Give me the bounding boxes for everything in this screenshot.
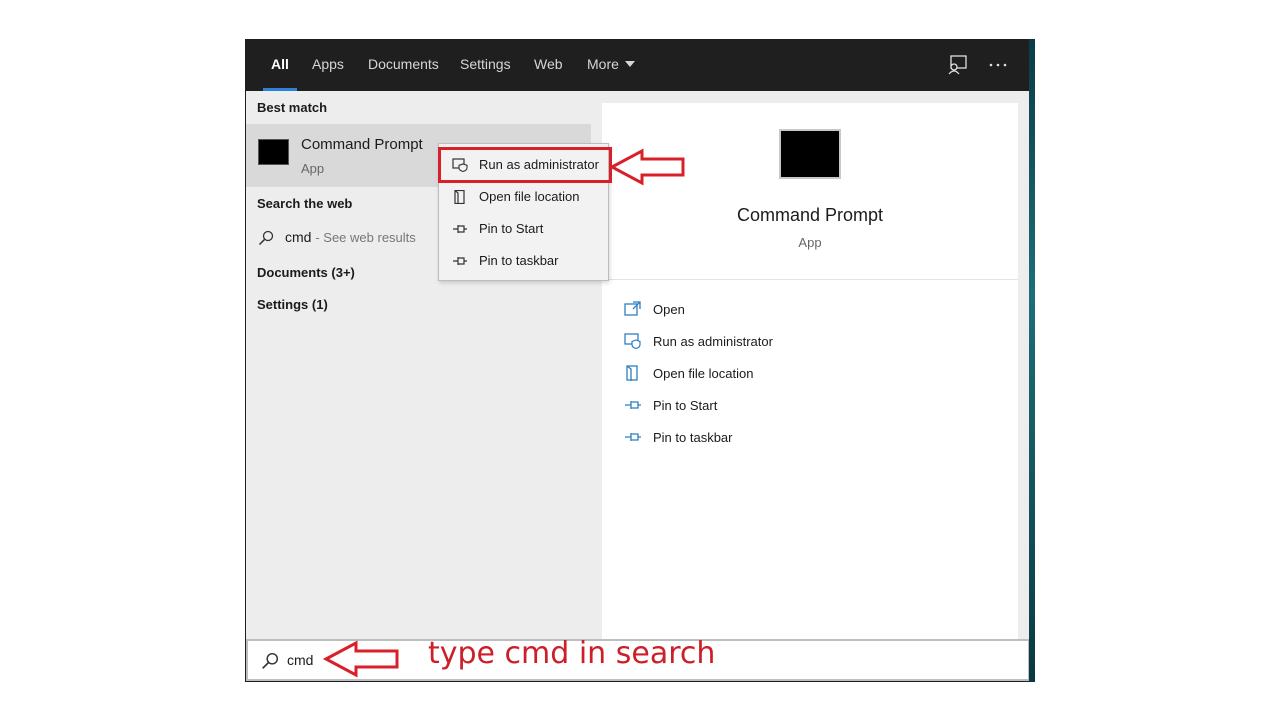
- feedback-icon[interactable]: [946, 54, 968, 76]
- ctx-pin-to-start[interactable]: Pin to Start: [439, 213, 608, 245]
- web-results-hint: - See web results: [315, 230, 416, 245]
- ctx-open-file-location-label: Open file location: [479, 189, 580, 204]
- action-pin-to-taskbar-label: Pin to taskbar: [653, 430, 733, 445]
- web-query: cmd: [285, 229, 312, 245]
- annotation-arrow-icon: [322, 640, 399, 678]
- tab-documents[interactable]: Documents: [368, 40, 439, 91]
- highlight-box: [438, 147, 612, 183]
- ctx-open-file-location[interactable]: Open file location: [439, 181, 608, 213]
- search-icon: [262, 652, 279, 669]
- more-options-icon[interactable]: [987, 54, 1009, 76]
- search-icon: [258, 230, 274, 246]
- ctx-pin-to-taskbar[interactable]: Pin to taskbar: [439, 245, 608, 277]
- documents-category[interactable]: Documents (3+): [257, 265, 355, 280]
- preview-title: Command Prompt: [736, 205, 884, 225]
- command-prompt-large-icon: [779, 129, 841, 179]
- pin-icon: [453, 257, 467, 265]
- pin-icon: [453, 225, 467, 233]
- desktop-edge: [1029, 39, 1035, 682]
- annotation-arrow-icon: [608, 148, 685, 186]
- ctx-pin-to-taskbar-label: Pin to taskbar: [479, 253, 559, 268]
- divider: [602, 279, 1018, 280]
- shield-window-icon: [624, 333, 641, 349]
- search-input[interactable]: cmd: [287, 652, 313, 668]
- best-match-title: Command Prompt: [301, 136, 423, 153]
- tab-all[interactable]: All: [263, 40, 297, 91]
- settings-category[interactable]: Settings (1): [257, 297, 328, 312]
- tab-apps[interactable]: Apps: [312, 40, 344, 91]
- command-prompt-icon: [258, 139, 289, 165]
- tab-settings[interactable]: Settings: [460, 40, 511, 91]
- best-match-heading: Best match: [257, 100, 328, 115]
- open-icon: [624, 301, 641, 316]
- folder-icon: [626, 365, 638, 381]
- best-match-subtitle: App: [301, 161, 325, 176]
- filter-tab-bar: All Apps Documents Settings Web More: [246, 40, 1030, 91]
- annotation-text: type cmd in search: [428, 636, 716, 671]
- ctx-pin-to-start-label: Pin to Start: [479, 221, 544, 236]
- action-open-label: Open: [653, 302, 685, 317]
- chevron-down-icon: [624, 61, 635, 67]
- action-run-as-admin-label: Run as administrator: [653, 334, 773, 349]
- folder-icon: [454, 190, 465, 204]
- action-open-file-location-label: Open file location: [653, 366, 754, 381]
- tab-more-label: More: [587, 56, 619, 72]
- tab-web[interactable]: Web: [534, 40, 563, 91]
- search-web-heading: Search the web: [257, 196, 353, 211]
- action-pin-to-start-label: Pin to Start: [653, 398, 718, 413]
- pin-icon: [625, 401, 641, 409]
- pin-icon: [625, 433, 641, 441]
- search-window: All Apps Documents Settings Web More Bes…: [245, 39, 1035, 682]
- tab-more[interactable]: More: [587, 40, 635, 91]
- preview-subtitle: App: [798, 235, 822, 250]
